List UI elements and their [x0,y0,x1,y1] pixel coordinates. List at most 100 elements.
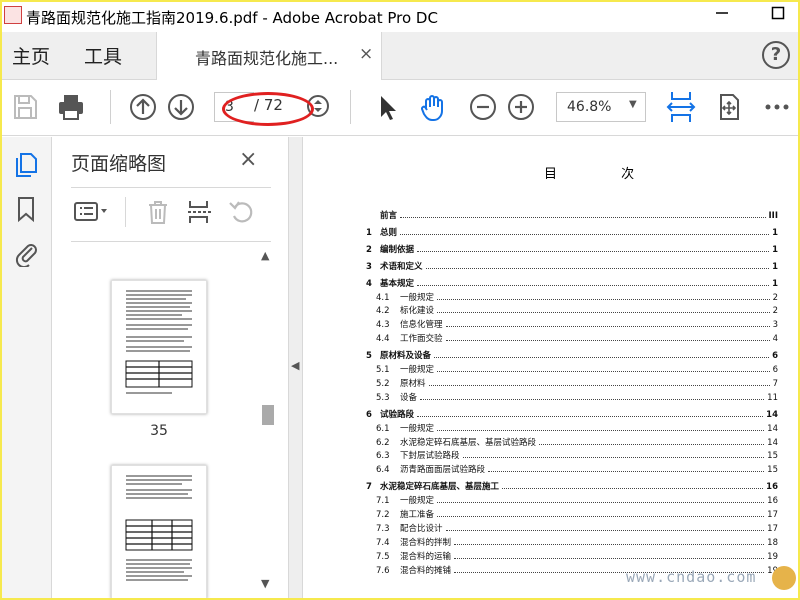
toc-leader-dots [445,340,770,342]
toc-entry[interactable]: 6 试验路段 14 [366,406,778,420]
toc-entry[interactable]: 6.4 沥青路面面层试验路段 15 [376,461,778,475]
fit-width-icon[interactable] [666,90,696,122]
panel-splitter[interactable]: ◀ [289,137,303,598]
rotate-page-icon[interactable] [227,197,257,227]
toc-entry-number: 7.2 [376,510,390,520]
fullscreen-icon[interactable] [714,92,744,122]
toc-entry-page: 14 [766,409,778,420]
toc-entry-number: 6.1 [376,423,390,434]
attachment-icon[interactable] [12,239,40,269]
thumbnail-scrollbar[interactable]: ▲ ▼ [259,247,277,592]
toc-leader-dots [428,384,770,386]
toc-entry[interactable]: 1 总则 1 [366,224,778,238]
toc-entry[interactable]: 5 原材料及设备 6 [366,347,778,361]
toc-entry-page: 1 [772,278,778,289]
left-navigation-rail [2,137,52,598]
select-cursor-icon[interactable] [372,92,402,122]
toc-entry[interactable]: 6.3 下封层试验路段 15 [376,447,778,461]
zoom-in-icon[interactable] [506,92,536,122]
panel-tool-divider [125,197,126,227]
extract-page-icon[interactable] [185,197,215,227]
zoom-value: 46.8% [567,99,612,115]
tab-home[interactable]: 主页 [12,42,50,69]
toc-entry-page: 1 [772,244,778,255]
close-panel-icon[interactable]: × [239,147,257,172]
toc-entry[interactable]: 5.2 原材料 7 [376,375,778,389]
zoom-out-icon[interactable] [468,92,498,122]
toc-entry[interactable]: 6.1 一般规定 14 [376,420,778,434]
scroll-up-icon[interactable]: ▲ [261,249,269,262]
collapse-panel-icon[interactable]: ◀ [291,359,299,372]
toc-entry-page: 2 [772,292,778,303]
toc-entry[interactable]: 7 水泥稳定碎石底基层、基层施工 16 [366,478,778,492]
toc-entry[interactable]: 7.3 配合比设计 17 [376,520,778,534]
toc-leader-dots [420,398,765,400]
toc-entry-page: III [768,211,779,221]
title-bar: 青路面规范化施工指南2019.6.pdf - Adobe Acrobat Pro… [2,2,798,32]
toc-entry[interactable]: 6.2 水泥稳定碎石底基层、基层试验路段 14 [376,434,778,448]
toc-entry[interactable]: 7.1 一般规定 16 [376,492,778,506]
toc-leader-dots [437,298,770,300]
toc-entry-title: 原材料及设备 [380,351,432,362]
toc-entry[interactable]: 2 编制依据 1 [366,241,778,255]
zoom-dropdown[interactable]: 46.8% ▼ [556,92,646,122]
toc-entry-number: 7 [366,482,372,493]
toc-entry-title: 一般规定 [400,365,435,375]
delete-page-icon[interactable] [143,197,173,227]
next-page-icon[interactable] [166,92,196,122]
help-icon[interactable]: ? [762,41,790,69]
toc-entry[interactable]: 5.3 设备 11 [376,389,778,403]
toc-entry-number: 7.3 [376,523,390,534]
page-thumbnails-icon[interactable] [12,151,40,179]
toc-entry[interactable]: 3 术语和定义 1 [366,258,778,272]
tab-tools[interactable]: 工具 [84,42,122,69]
toc-entry[interactable]: 5.1 一般规定 6 [376,361,778,375]
tab-document[interactable]: 青路面规范化施工... × [156,32,382,80]
page-thumbnail[interactable] [111,465,207,598]
previous-page-icon[interactable] [128,92,158,122]
toolbar-divider [110,90,111,124]
toc-leader-dots [400,233,770,235]
bookmark-icon[interactable] [12,195,40,223]
toc-entry-page: 14 [767,437,778,448]
toc-entry[interactable]: 4.3 信息化管理 3 [376,316,778,330]
document-tab-label: 青路面规范化施工... [195,49,339,68]
toc-entry-number: 6 [366,409,372,420]
toc-entry-title: 原材料 [400,378,426,389]
page-thumbnail[interactable] [111,280,207,414]
toc-entry-page: 18 [767,537,778,548]
save-icon[interactable] [10,92,40,122]
toc-entry[interactable]: 4.2 标化建设 2 [376,302,778,316]
close-tab-icon[interactable]: × [359,44,373,64]
toc-entry[interactable]: 前言 III [366,207,778,221]
toc-entry-number: 7.6 [376,565,390,576]
toc-entry[interactable]: 4 基本规定 1 [366,275,778,289]
toc-entry-number: 7.4 [376,537,390,548]
toc-entry-title: 混合料的拌制 [400,537,452,548]
toc-entry[interactable]: 4.1 一般规定 2 [376,289,778,303]
toc-leader-dots [437,516,765,517]
toc-entry[interactable]: 4.4 工作面交验 4 [376,330,778,344]
toc-entry-number: 3 [366,261,372,272]
scroll-down-icon[interactable]: ▼ [261,577,269,590]
toc-entry[interactable]: 7.5 混合料的运输 19 [376,548,778,562]
toc-entry-page: 16 [767,496,778,507]
toc-entry[interactable]: 7.4 混合料的拌制 18 [376,534,778,548]
scrollbar-thumb[interactable] [262,405,274,425]
panel-divider [71,187,271,188]
more-options-icon[interactable] [762,92,792,122]
print-icon[interactable] [56,92,86,122]
thumbnail-options-icon[interactable] [73,197,107,227]
toc-entry-title: 配合比设计 [400,523,443,534]
document-view[interactable]: 目 次 前言 III 1 总则 1 2 编制依据 1 3 术语和定义 1 4 基本规定 1 4.1 一般规定 2… [304,137,798,598]
hand-tool-icon[interactable] [418,92,448,122]
toc-entry-page: 7 [772,378,778,389]
toc-entry[interactable]: 7.2 施工准备 17 [376,506,778,520]
toc-entry-number: 5.3 [376,392,390,403]
toc-entry-title: 沥青路面面层试验路段 [400,465,486,476]
toc-entry-page: 1 [772,227,778,238]
toc-entry-title: 施工准备 [400,510,435,520]
toc-entry-page: 6 [772,351,778,362]
minimize-icon[interactable] [702,4,742,28]
maximize-icon[interactable] [758,4,798,28]
